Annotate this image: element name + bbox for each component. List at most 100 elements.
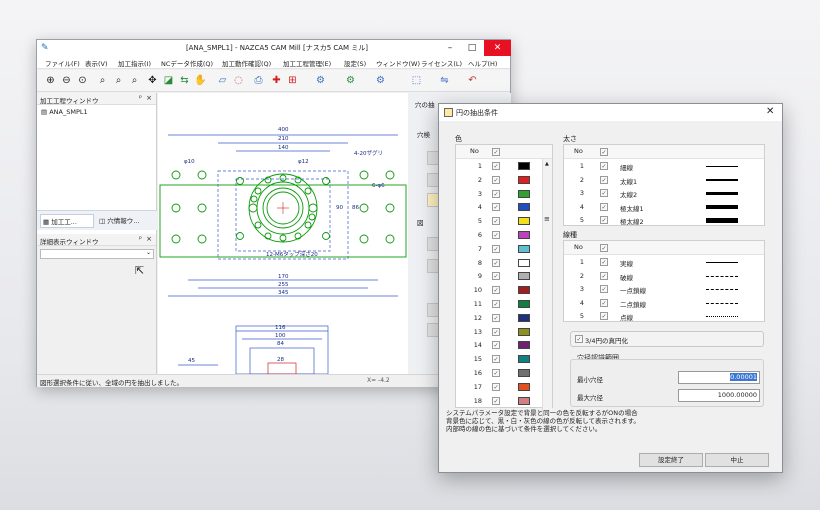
thickness-row[interactable]: 3 ✓ 太線2 [564, 186, 764, 200]
color-row-checkbox[interactable]: ✓ [492, 231, 500, 239]
tool-c-icon[interactable]: ⚙ [373, 73, 388, 88]
color-row[interactable]: 15 ✓ [456, 352, 552, 366]
linetype-row[interactable]: 4 ✓ 二点鎖線 [564, 296, 764, 310]
quarter-circle-checkbox[interactable]: ✓ [575, 335, 583, 343]
linetype-select-all-checkbox[interactable]: ✓ [600, 244, 608, 252]
zoom-in-icon[interactable]: ⊕ [43, 73, 58, 88]
color-scrollbar[interactable]: ▲ ≡ [542, 159, 552, 421]
color-row[interactable]: 14 ✓ [456, 338, 552, 352]
cross-icon[interactable]: ✚ [269, 73, 284, 88]
tab-hole-info[interactable]: ◫ 穴情報ウ... [97, 214, 153, 228]
menu-file[interactable]: ファイル(F) [45, 58, 80, 68]
max-diameter-input[interactable]: 1000.00000 [678, 389, 760, 402]
color-row-checkbox[interactable]: ✓ [492, 272, 500, 281]
color-row[interactable]: 17 ✓ [456, 380, 552, 394]
color-row[interactable]: 2 ✓ [456, 173, 552, 187]
color-row-checkbox[interactable]: ✓ [492, 203, 500, 212]
color-row-checkbox[interactable]: ✓ [492, 175, 500, 184]
thickness-select-all-checkbox[interactable]: ✓ [600, 148, 608, 156]
color-row[interactable]: 13 ✓ [456, 325, 552, 339]
linetype-row[interactable]: 2 ✓ 破線 [564, 269, 764, 283]
print-icon[interactable]: ⎙ [251, 73, 266, 88]
color-row[interactable]: 8 ✓ [456, 256, 552, 270]
color-row[interactable]: 6 ✓ [456, 228, 552, 242]
cancel-button[interactable]: 中止 [705, 453, 769, 467]
pane-close-icon[interactable]: × [146, 235, 152, 243]
color-row[interactable]: 9 ✓ [456, 269, 552, 283]
color-row[interactable]: 4 ✓ [456, 200, 552, 214]
maximize-button[interactable]: □ [461, 40, 483, 56]
menu-license[interactable]: ライセンス(L) [421, 58, 462, 68]
menu-settings[interactable]: 設定(S) [344, 58, 366, 68]
linetype-row-checkbox[interactable]: ✓ [600, 271, 608, 280]
color-row-checkbox[interactable]: ✓ [492, 396, 500, 405]
color-row[interactable]: 18 ✓ [456, 394, 552, 408]
thickness-row[interactable]: 1 ✓ 細線 [564, 159, 764, 173]
thickness-row-checkbox[interactable]: ✓ [600, 216, 608, 224]
frame-icon[interactable]: ⊞ [285, 73, 300, 88]
drawing-canvas[interactable]: 400 210 140 170 255 345 φ10 φ12 4-20ザグリ … [158, 93, 408, 374]
color-row-checkbox[interactable]: ✓ [492, 327, 500, 336]
color-row-checkbox[interactable]: ✓ [492, 217, 500, 226]
linetype-row[interactable]: 3 ✓ 一点鎖線 [564, 282, 764, 296]
zoom-all-icon[interactable]: ⌕ [111, 73, 126, 88]
tool-a-icon[interactable]: ⚙ [313, 73, 328, 88]
pin-icon[interactable]: ᵖ [139, 94, 142, 102]
color-row-checkbox[interactable]: ✓ [492, 369, 500, 377]
min-diameter-input[interactable]: 0.00001 [678, 371, 760, 384]
color-row-checkbox[interactable]: ✓ [492, 162, 500, 170]
thickness-row-checkbox[interactable]: ✓ [600, 175, 608, 184]
color-row[interactable]: 16 ✓ [456, 366, 552, 380]
thickness-row-checkbox[interactable]: ✓ [600, 202, 608, 211]
color-row[interactable]: 3 ✓ [456, 187, 552, 201]
thickness-row-checkbox[interactable]: ✓ [600, 189, 608, 197]
color-row[interactable]: 1 ✓ [456, 159, 552, 173]
menu-window[interactable]: ウィンドウ(W) [376, 58, 420, 68]
zoom-out-icon[interactable]: ⊖ [59, 73, 74, 88]
linetype-row-checkbox[interactable]: ✓ [600, 298, 608, 307]
menu-nc-data[interactable]: NCデータ作成(Q) [161, 58, 213, 68]
menu-machining[interactable]: 加工指示(I) [118, 58, 151, 68]
rotate-icon[interactable]: ⇋ [437, 73, 452, 88]
refresh-icon[interactable]: ⇆ [177, 73, 192, 88]
thickness-row[interactable]: 5 ✓ 極太線2 [564, 213, 764, 227]
view-icon[interactable]: ◪ [161, 73, 176, 88]
tab-process[interactable]: ▦ 加工工... [40, 214, 94, 228]
scroll-up-icon[interactable]: ▲ [545, 161, 549, 167]
color-row-checkbox[interactable]: ✓ [492, 189, 500, 198]
color-row-checkbox[interactable]: ✓ [492, 313, 500, 322]
quarter-circle-option[interactable]: ✓ 3/4円の真円化 [570, 331, 764, 347]
undo-icon[interactable]: ↶ [465, 73, 480, 88]
linetype-row-checkbox[interactable]: ✓ [600, 258, 608, 266]
thickness-row[interactable]: 4 ✓ 極太線1 [564, 200, 764, 214]
linetype-row[interactable]: 5 ✓ 点線 [564, 309, 764, 323]
thickness-row-checkbox[interactable]: ✓ [600, 162, 608, 170]
menu-view[interactable]: 表示(V) [85, 58, 108, 68]
color-select-all-checkbox[interactable]: ✓ [492, 148, 500, 156]
linetype-row[interactable]: 1 ✓ 実線 [564, 255, 764, 269]
dialog-close-button[interactable]: ✕ [766, 106, 774, 117]
color-row-checkbox[interactable]: ✓ [492, 355, 500, 364]
zoom-window-icon[interactable]: ⊙ [75, 73, 90, 88]
color-row[interactable]: 12 ✓ [456, 311, 552, 325]
color-row[interactable]: 10 ✓ [456, 283, 552, 297]
zoom-fit-icon[interactable]: ⌕ [95, 73, 110, 88]
color-row-checkbox[interactable]: ✓ [492, 286, 500, 295]
layer-icon[interactable]: ◌ [231, 73, 246, 88]
menu-motion-check[interactable]: 加工動作確認(Q) [222, 58, 271, 68]
color-row-checkbox[interactable]: ✓ [492, 341, 500, 350]
color-row[interactable]: 11 ✓ [456, 297, 552, 311]
color-row-checkbox[interactable]: ✓ [492, 258, 500, 267]
hand-icon[interactable]: ✋ [193, 73, 208, 88]
color-row-checkbox[interactable]: ✓ [492, 300, 500, 308]
color-row[interactable]: 7 ✓ [456, 242, 552, 256]
menu-help[interactable]: ヘルプ(H) [468, 58, 497, 68]
ok-button[interactable]: 設定終了 [639, 453, 703, 467]
tree-item[interactable]: ▤ ANA_SMPL1 [41, 108, 88, 116]
close-button[interactable]: ✕ [484, 40, 511, 56]
pin-icon[interactable]: ᵖ [139, 235, 142, 243]
detail-combo[interactable]: ⌄ [40, 249, 154, 259]
move-icon[interactable]: ✥ [145, 73, 160, 88]
linetype-row-checkbox[interactable]: ✓ [600, 285, 608, 293]
thickness-row[interactable]: 2 ✓ 太線1 [564, 173, 764, 187]
